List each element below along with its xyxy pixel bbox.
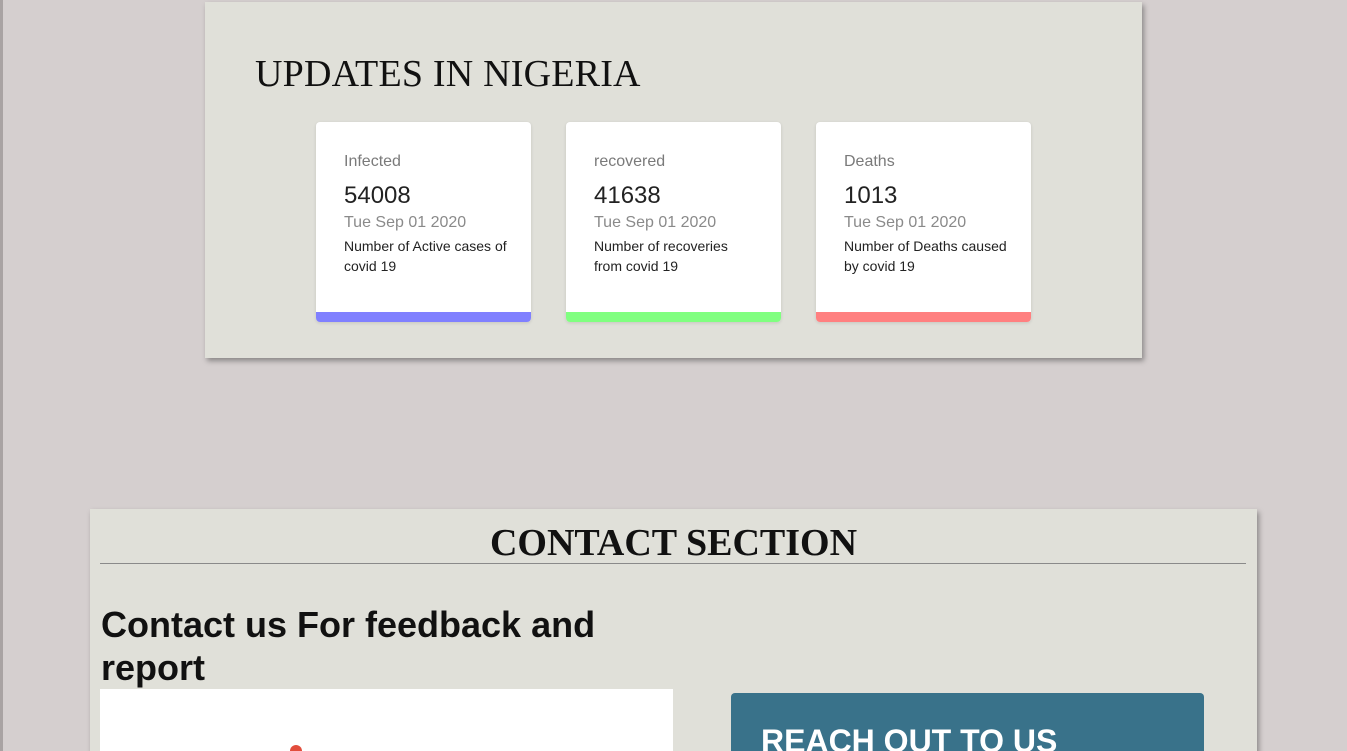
- map-pin-icon[interactable]: [290, 745, 302, 751]
- contact-divider: [100, 563, 1246, 564]
- reach-out-box: REACH OUT TO US: [731, 693, 1204, 751]
- updates-title: UPDATES IN NIGERIA: [255, 53, 641, 95]
- infected-color-bar: [316, 312, 531, 322]
- infected-description: Number of Active cases of covid 19: [344, 238, 507, 274]
- infected-label: Infected: [344, 153, 401, 170]
- deaths-date: Tue Sep 01 2020: [844, 214, 967, 231]
- deaths-color-bar: [816, 312, 1031, 322]
- deaths-label: Deaths: [844, 153, 895, 170]
- infected-card: Infected 54008 Tue Sep 01 2020 Number of…: [316, 122, 531, 322]
- recovered-color-bar: [566, 312, 781, 322]
- infected-date: Tue Sep 01 2020: [344, 214, 467, 231]
- contact-section-title: CONTACT SECTION: [489, 522, 858, 564]
- deaths-description: Number of Deaths caused by covid 19: [844, 238, 1007, 274]
- map-embed[interactable]: [100, 689, 673, 751]
- contact-heading: Contact us For feedback and report: [101, 604, 596, 688]
- reach-out-title: REACH OUT TO US: [761, 723, 1058, 751]
- updates-panel: UPDATES IN NIGERIA Infected 54008 Tue Se…: [205, 2, 1142, 358]
- recovered-card: recovered 41638 Tue Sep 01 2020 Number o…: [566, 122, 781, 322]
- contact-panel: CONTACT SECTION Contact us For feedback …: [90, 509, 1257, 751]
- recovered-description: Number of recoveries from covid 19: [594, 238, 728, 274]
- infected-value: 54008: [344, 182, 411, 209]
- recovered-date: Tue Sep 01 2020: [594, 214, 717, 231]
- deaths-value: 1013: [844, 182, 898, 209]
- left-edge-border: [0, 0, 3, 751]
- recovered-value: 41638: [594, 182, 661, 209]
- recovered-label: recovered: [594, 153, 666, 170]
- deaths-card: Deaths 1013 Tue Sep 01 2020 Number of De…: [816, 122, 1031, 322]
